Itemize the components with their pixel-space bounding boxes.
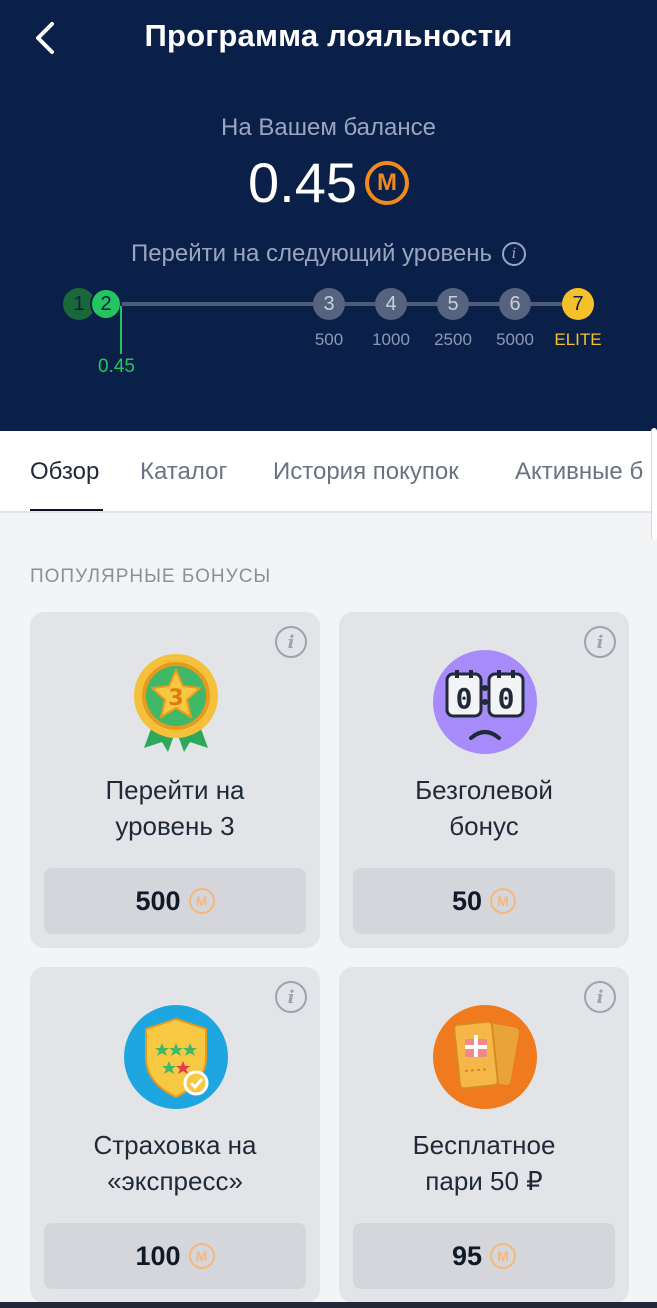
info-icon[interactable]: i bbox=[502, 242, 527, 266]
scroll-edge bbox=[651, 428, 657, 540]
price-button[interactable]: 100 M bbox=[44, 1223, 306, 1289]
bonus-label: Страховка на «экспресс» bbox=[93, 1130, 257, 1196]
info-icon[interactable]: i bbox=[584, 626, 616, 658]
gift-ticket-icon bbox=[433, 1005, 537, 1109]
next-level-label: Перейти на следующий уровень bbox=[130, 240, 493, 267]
coin-icon: M bbox=[188, 1243, 215, 1269]
current-position-tick bbox=[120, 306, 122, 354]
info-icon[interactable]: i bbox=[275, 981, 307, 1013]
next-level-row: Перейти на следующий уровень i bbox=[0, 240, 657, 268]
price-button[interactable]: 95 M bbox=[353, 1223, 615, 1289]
bonus-card-express-insurance[interactable]: i Страховка на «экспресс» 100 M bbox=[30, 967, 320, 1303]
price-button[interactable]: 500 M bbox=[44, 868, 306, 934]
coin-icon: M bbox=[490, 1243, 517, 1269]
page-title: Программа лояльности bbox=[144, 18, 513, 53]
header: Программа лояльности На Вашем балансе 0.… bbox=[0, 0, 657, 431]
bottom-edge bbox=[0, 1302, 657, 1308]
bonus-label: Безголевой бонус bbox=[415, 775, 553, 841]
balance-label: На Вашем балансе bbox=[221, 114, 436, 141]
level-5-marker: 5 bbox=[437, 288, 469, 320]
tab-purchase-history[interactable]: История покупок bbox=[273, 458, 459, 486]
svg-text:3: 3 bbox=[168, 686, 183, 711]
level-progress: 1 2 0.45 3 500 4 1000 5 2500 6 5000 7 EL… bbox=[0, 282, 657, 392]
level-3-marker: 3 bbox=[313, 288, 345, 320]
scoreboard-icon: 0 0 bbox=[433, 650, 537, 754]
balance-row: 0.45 M bbox=[0, 150, 657, 215]
coin-icon: M bbox=[188, 888, 215, 914]
tab-catalog[interactable]: Каталог bbox=[140, 458, 227, 486]
level-4-marker: 4 bbox=[375, 288, 407, 320]
bonus-label: Перейти на уровень 3 bbox=[105, 775, 245, 841]
level-3-medal-icon: 3 bbox=[134, 654, 218, 752]
balance-value: 0.45 bbox=[248, 151, 357, 214]
level-6-marker: 6 bbox=[499, 288, 531, 320]
coin-icon: M bbox=[490, 888, 517, 914]
info-icon[interactable]: i bbox=[275, 626, 307, 658]
coin-icon: M bbox=[365, 160, 409, 205]
bonus-card-goalless[interactable]: i 0 0 Безголевой бонус 50 M bbox=[339, 612, 629, 948]
bonus-card-level-up[interactable]: i 3 Перейти на уровень 3 500 M bbox=[30, 612, 320, 948]
price-button[interactable]: 50 M bbox=[353, 868, 615, 934]
current-progress-value: 0.45 bbox=[98, 356, 135, 377]
active-tab-indicator bbox=[30, 509, 103, 511]
svg-text:0: 0 bbox=[498, 682, 515, 715]
svg-text:0: 0 bbox=[456, 682, 473, 715]
tab-active-bonuses[interactable]: Активные б bbox=[515, 458, 643, 486]
level-7-marker: 7 bbox=[562, 288, 594, 320]
tab-overview[interactable]: Обзор bbox=[30, 458, 99, 486]
section-title: ПОПУЛЯРНЫЕ БОНУСЫ bbox=[30, 566, 272, 587]
level-elite-threshold: ELITE bbox=[554, 330, 602, 349]
tab-bar: Обзор Каталог История покупок Активные б bbox=[0, 431, 657, 513]
bonus-label: Бесплатное пари 50 ₽ bbox=[412, 1130, 556, 1196]
bonus-card-free-bet[interactable]: i Бесплатное пари 50 ₽ 95 M bbox=[339, 967, 629, 1303]
level-2-marker: 2 bbox=[90, 288, 122, 320]
info-icon[interactable]: i bbox=[584, 981, 616, 1013]
shield-icon bbox=[124, 1005, 228, 1109]
